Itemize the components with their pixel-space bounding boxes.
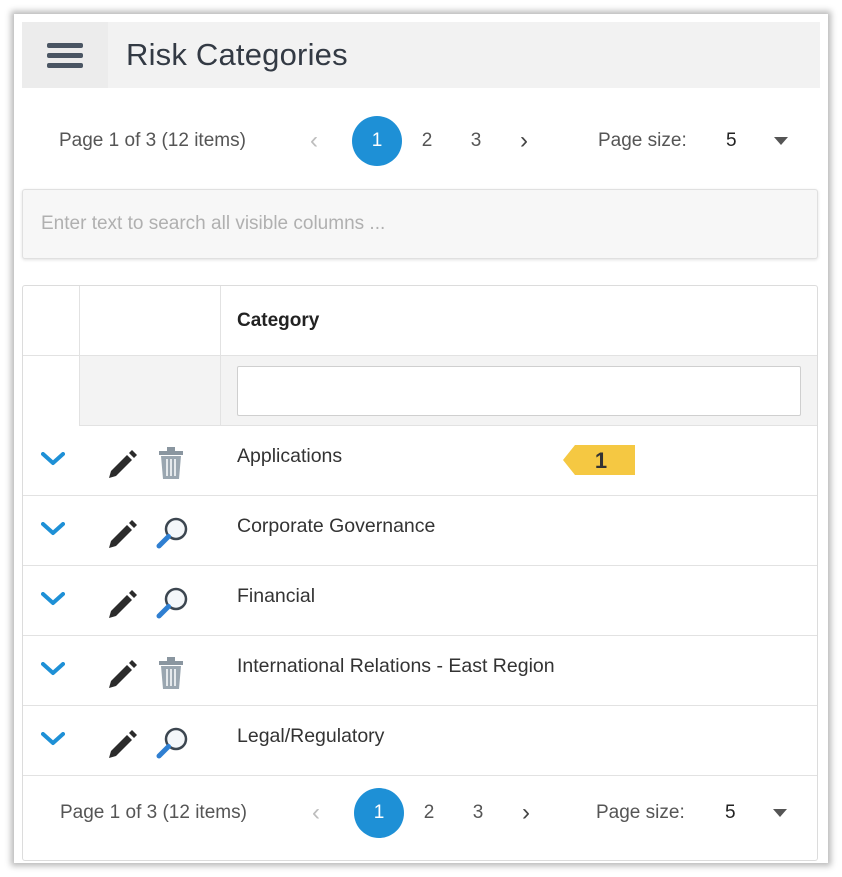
pager-bottom: Page 1 of 3 (12 items) ‹ 1 2 3 › Page si… bbox=[22, 785, 820, 841]
table-row[interactable]: Financial bbox=[23, 566, 817, 636]
expand-chevron-icon[interactable] bbox=[41, 732, 65, 746]
view-magnifier-icon[interactable] bbox=[155, 725, 191, 761]
page-size-value[interactable]: 5 bbox=[725, 802, 736, 824]
table-row[interactable]: Corporate Governance bbox=[23, 496, 817, 566]
search-input[interactable]: Enter text to search all visible columns… bbox=[22, 189, 818, 259]
edit-pencil-icon[interactable] bbox=[105, 586, 139, 620]
app-window: Risk Categories Page 1 of 3 (12 items) ‹… bbox=[14, 14, 828, 863]
grid-header-row: Category bbox=[23, 286, 817, 356]
table-row[interactable]: International Relations - East Region bbox=[23, 636, 817, 706]
prev-page-icon[interactable]: ‹ bbox=[310, 127, 318, 155]
callout-badge: 1 bbox=[563, 445, 635, 475]
category-cell: Applications bbox=[237, 445, 343, 467]
pager-top: Page 1 of 3 (12 items) ‹ 1 2 3 › Page si… bbox=[22, 113, 820, 169]
column-header-category[interactable]: Category bbox=[237, 310, 319, 332]
prev-page-icon[interactable]: ‹ bbox=[312, 799, 320, 827]
page-2-button[interactable]: 2 bbox=[404, 788, 454, 838]
view-magnifier-icon[interactable] bbox=[155, 515, 191, 551]
edit-pencil-icon[interactable] bbox=[105, 516, 139, 550]
category-cell: Legal/Regulatory bbox=[237, 725, 385, 747]
expand-chevron-icon[interactable] bbox=[41, 592, 65, 606]
delete-trash-icon[interactable] bbox=[155, 655, 187, 691]
hamburger-menu-button[interactable] bbox=[22, 22, 108, 88]
page-3-button[interactable]: 3 bbox=[453, 788, 503, 838]
expand-chevron-icon[interactable] bbox=[41, 452, 65, 466]
callout-label: 1 bbox=[595, 448, 607, 473]
page-1-button[interactable]: 1 bbox=[354, 788, 404, 838]
page-2-button[interactable]: 2 bbox=[402, 116, 452, 166]
category-filter-input[interactable] bbox=[237, 366, 801, 416]
page-size-dropdown-icon[interactable] bbox=[773, 809, 787, 817]
page-header: Risk Categories bbox=[22, 22, 820, 88]
table-row[interactable]: Legal/Regulatory bbox=[23, 706, 817, 776]
edit-pencil-icon[interactable] bbox=[105, 446, 139, 480]
page-title: Risk Categories bbox=[126, 37, 348, 72]
pager-summary: Page 1 of 3 (12 items) bbox=[60, 802, 247, 823]
category-cell: Financial bbox=[237, 585, 316, 607]
view-magnifier-icon[interactable] bbox=[155, 585, 191, 621]
page-size-value[interactable]: 5 bbox=[726, 130, 737, 152]
hamburger-icon bbox=[47, 38, 83, 73]
page-size-label: Page size: bbox=[596, 802, 685, 823]
category-cell: International Relations - East Region bbox=[237, 655, 555, 677]
page-1-button[interactable]: 1 bbox=[352, 116, 402, 166]
pager-summary: Page 1 of 3 (12 items) bbox=[59, 130, 246, 151]
page-3-button[interactable]: 3 bbox=[451, 116, 501, 166]
page-size-dropdown-icon[interactable] bbox=[774, 137, 788, 145]
category-grid: Category Applications 1 Corporate Govern… bbox=[22, 285, 818, 861]
grid-filter-row bbox=[23, 356, 817, 426]
next-page-icon[interactable]: › bbox=[522, 799, 530, 827]
next-page-icon[interactable]: › bbox=[520, 127, 528, 155]
delete-trash-icon[interactable] bbox=[155, 445, 187, 481]
expand-chevron-icon[interactable] bbox=[41, 522, 65, 536]
page-size-label: Page size: bbox=[598, 130, 687, 151]
category-cell: Corporate Governance bbox=[237, 515, 436, 537]
table-row[interactable]: Applications 1 bbox=[23, 426, 817, 496]
edit-pencil-icon[interactable] bbox=[105, 726, 139, 760]
expand-chevron-icon[interactable] bbox=[41, 662, 65, 676]
edit-pencil-icon[interactable] bbox=[105, 656, 139, 690]
